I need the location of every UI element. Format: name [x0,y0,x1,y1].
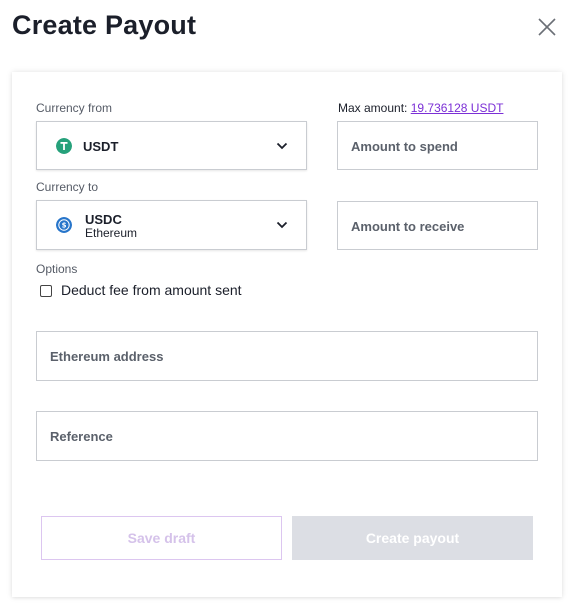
chevron-down-icon [276,221,288,229]
reference-placeholder: Reference [50,429,113,444]
ethereum-address-input[interactable]: Ethereum address [36,331,538,381]
amount-to-receive-input[interactable]: Amount to receive [337,201,538,250]
currency-from-label: Currency from [36,101,113,115]
currency-to-value: USDC [85,212,122,227]
currency-to-select[interactable]: $ USDC Ethereum [36,200,307,250]
amount-to-spend-placeholder: Amount to spend [351,139,458,154]
currency-to-label: Currency to [36,180,99,194]
options-label: Options [36,262,78,276]
deduct-fee-label[interactable]: Deduct fee from amount sent [61,282,242,298]
max-amount-link[interactable]: 19.736128 USDT [411,101,504,115]
currency-to-network: Ethereum [85,226,138,240]
max-amount-label: Max amount: [338,101,408,115]
page-title: Create Payout [12,10,197,40]
amount-to-receive-placeholder: Amount to receive [351,219,465,234]
payout-form-panel: Currency from USDT Max amount: 19.736128… [12,72,562,597]
currency-from-select[interactable]: USDT [36,121,307,170]
close-icon[interactable] [536,16,558,38]
usdc-icon: $ [56,217,72,233]
amount-to-spend-input[interactable]: Amount to spend [337,121,538,170]
save-draft-button[interactable]: Save draft [41,516,282,560]
reference-input[interactable]: Reference [36,411,538,461]
currency-from-value: USDT [83,139,119,154]
deduct-fee-checkbox[interactable] [40,285,52,297]
max-amount: Max amount: 19.736128 USDT [338,101,503,115]
ethereum-address-placeholder: Ethereum address [50,349,164,364]
tether-icon [56,138,72,154]
create-payout-button[interactable]: Create payout [292,516,533,560]
svg-text:$: $ [62,222,67,230]
chevron-down-icon [276,142,288,150]
